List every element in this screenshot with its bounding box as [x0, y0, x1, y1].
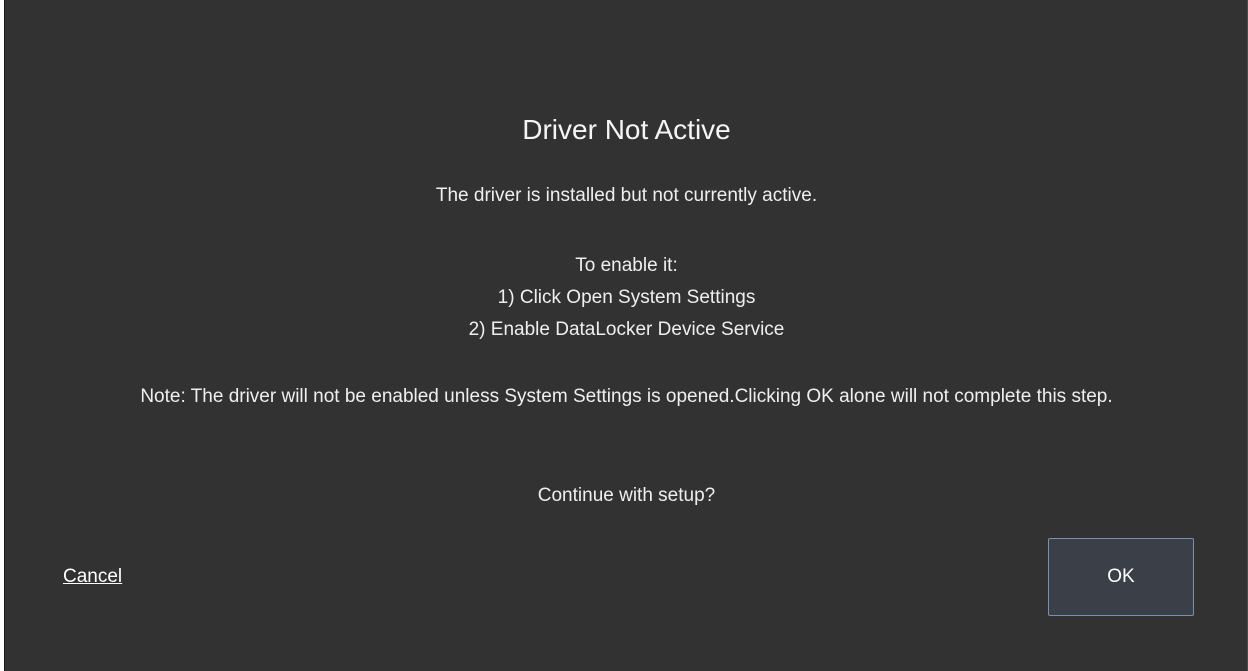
dialog-message: The driver is installed but not currentl…	[435, 185, 818, 206]
instruction-step-2: 2) Enable DataLocker Device Service	[468, 319, 785, 340]
instructions-header: To enable it:	[575, 255, 678, 276]
instruction-step-1: 1) Click Open System Settings	[497, 287, 756, 308]
continue-question: Continue with setup?	[537, 485, 716, 506]
dialog-note: Note: The driver will not be enabled unl…	[140, 386, 1113, 407]
ok-button[interactable]: OK	[1048, 538, 1194, 616]
driver-not-active-dialog: Driver Not Active The driver is installe…	[4, 0, 1248, 671]
dialog-title: Driver Not Active	[522, 114, 731, 145]
ok-button-label: OK	[1107, 566, 1135, 587]
cancel-button[interactable]: Cancel	[63, 563, 122, 591]
